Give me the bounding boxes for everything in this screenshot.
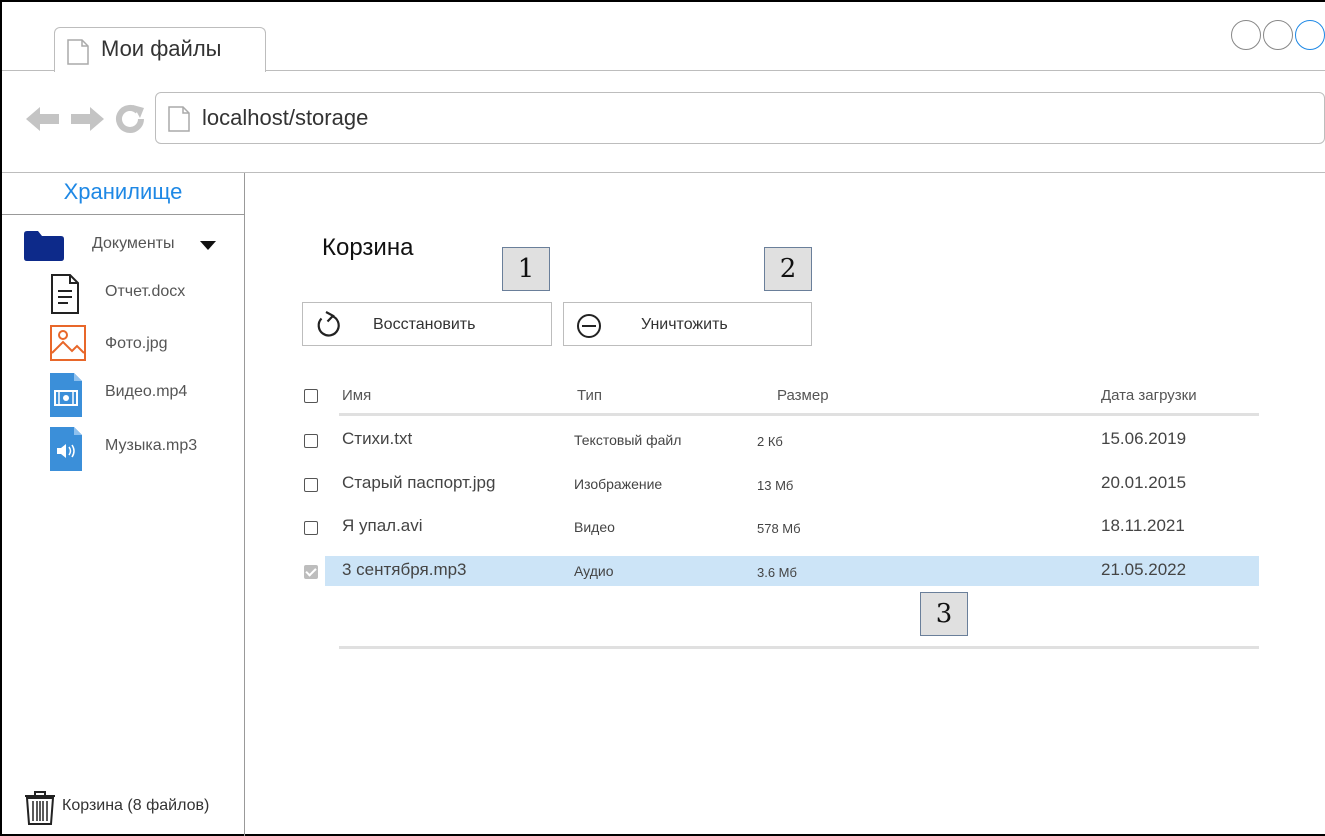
table-row[interactable]: Старый паспорт.jpg Изображение 13 Мб 20.… [325,469,1259,499]
file-name: Старый паспорт.jpg [342,473,496,492]
back-arrow-icon[interactable] [26,106,60,137]
page-icon [67,39,89,70]
file-name: Я упал.avi [342,516,423,535]
file-type: Изображение [574,476,663,492]
file-label: Видео.mp4 [105,383,188,400]
file-size: 3.6 Мб [757,565,797,580]
annotation-marker-2: 2 [764,247,812,291]
image-icon [50,325,86,366]
page-title: Корзина [322,234,414,261]
column-header-date[interactable]: Дата загрузки [1101,387,1197,404]
restore-button[interactable]: Восстановить [302,302,552,346]
minimize-button[interactable] [1231,20,1261,50]
destroy-label: Уничтожить [641,316,728,333]
page-icon [168,106,190,137]
url-text: localhost/storage [202,105,369,130]
table-row[interactable]: Стихи.txt Текстовый файл 2 Кб 15.06.2019 [325,425,1259,455]
browser-tab[interactable]: Мои файлы [54,27,266,72]
file-type: Видео [574,519,615,535]
browser-window: Мои файлы localhost/storage Хранилище До… [0,0,1325,836]
row-checkbox[interactable] [304,478,318,492]
file-name: Стихи.txt [342,429,413,448]
maximize-button[interactable] [1263,20,1293,50]
file-size: 13 Мб [757,478,794,493]
upload-date: 20.01.2015 [1101,473,1187,492]
tab-title: Мои файлы [101,36,222,61]
table-row[interactable]: Я упал.avi Видео 578 Мб 18.11.2021 [325,512,1259,542]
sidebar-file-report[interactable]: Отчет.docx [50,273,240,314]
column-header-size[interactable]: Размер [777,387,829,404]
row-checkbox[interactable] [304,434,318,448]
folder-icon [24,231,64,266]
trash-label: Корзина (8 файлов) [62,797,210,814]
document-icon [50,273,80,320]
row-checkbox[interactable] [304,521,318,535]
trash-icon [24,791,56,830]
sidebar: Хранилище Документы Отчет.docx Фото.jpg [2,173,245,836]
file-type: Аудио [574,563,614,579]
video-file-icon [50,373,82,422]
file-size: 2 Кб [757,434,783,449]
upload-date: 15.06.2019 [1101,429,1187,448]
table-header-divider [339,413,1259,416]
column-header-type[interactable]: Тип [577,387,602,404]
row-checkbox-checked[interactable] [304,565,318,579]
file-label: Фото.jpg [105,335,168,352]
file-type: Текстовый файл [574,432,682,448]
window-controls [1231,20,1325,50]
caret-down-icon[interactable] [200,241,216,250]
close-button[interactable] [1295,20,1325,50]
sidebar-file-video[interactable]: Видео.mp4 [50,373,240,417]
file-name: 3 сентября.mp3 [342,560,467,579]
sidebar-trash[interactable]: Корзина (8 файлов) [24,789,244,825]
minus-circle-icon [574,311,604,346]
folder-label: Документы [92,235,175,252]
upload-date: 18.11.2021 [1101,516,1185,535]
reload-icon[interactable] [114,103,146,140]
file-label: Отчет.docx [105,283,186,300]
sidebar-file-photo[interactable]: Фото.jpg [50,325,240,365]
annotation-marker-1: 1 [502,247,550,291]
upload-date: 21.05.2022 [1101,560,1187,579]
file-label: Музыка.mp3 [105,437,198,454]
table-footer-divider [339,646,1259,649]
audio-file-icon [50,427,82,476]
forward-arrow-icon[interactable] [70,106,104,137]
annotation-marker-3: 3 [920,592,968,636]
sidebar-file-music[interactable]: Музыка.mp3 [50,427,240,471]
destroy-button[interactable]: Уничтожить [563,302,812,346]
sidebar-title[interactable]: Хранилище [2,173,244,215]
file-size: 578 Мб [757,521,801,536]
table-row-selected[interactable]: 3 сентября.mp3 Аудио 3.6 Мб 21.05.2022 [325,556,1259,586]
restore-label: Восстановить [373,316,476,333]
restore-icon [313,311,343,346]
select-all-checkbox[interactable] [304,389,318,403]
column-header-name[interactable]: Имя [342,387,371,404]
sidebar-folder-documents[interactable]: Документы [24,231,224,261]
address-bar[interactable]: localhost/storage [155,92,1325,144]
